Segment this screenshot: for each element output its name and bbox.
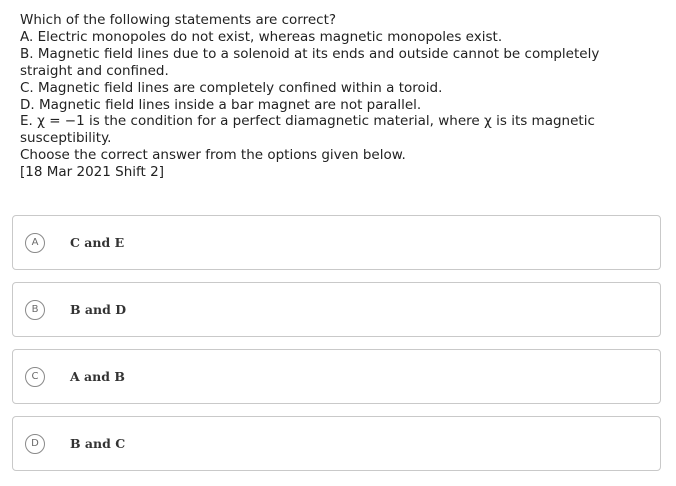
question-line: C. Magnetic field lines are completely c… [20, 79, 443, 96]
option-d[interactable]: D B and C [12, 416, 661, 471]
option-text: A and B [70, 369, 125, 384]
option-text: B and C [70, 436, 126, 451]
option-letter-badge: B [25, 299, 45, 320]
option-text: C and E [70, 235, 125, 250]
answer-options: A C and E B B and D C A and B D B and C [12, 215, 661, 483]
option-text: B and D [70, 302, 127, 317]
question-line: A. Electric monopoles do not exist, wher… [20, 28, 503, 45]
question-line: Choose the correct answer from the optio… [20, 147, 406, 164]
question-line: susceptibility. [20, 130, 112, 147]
question-text: Which of the following statements are co… [20, 12, 660, 181]
option-c[interactable]: C A and B [12, 349, 661, 404]
option-letter-badge: A [25, 232, 45, 253]
option-letter-badge: C [25, 366, 45, 387]
question-line: B. Magnetic field lines due to a solenoi… [20, 45, 600, 62]
option-letter-badge: D [25, 433, 45, 454]
question-line: straight and confined. [20, 62, 169, 79]
question-line: D. Magnetic field lines inside a bar mag… [20, 96, 422, 113]
question-line: [18 Mar 2021 Shift 2] [20, 164, 164, 181]
question-line: E. χ = −1 is the condition for a perfect… [20, 113, 595, 130]
question-line: Which of the following statements are co… [20, 12, 337, 28]
option-a[interactable]: A C and E [12, 215, 661, 270]
option-b[interactable]: B B and D [12, 282, 661, 337]
